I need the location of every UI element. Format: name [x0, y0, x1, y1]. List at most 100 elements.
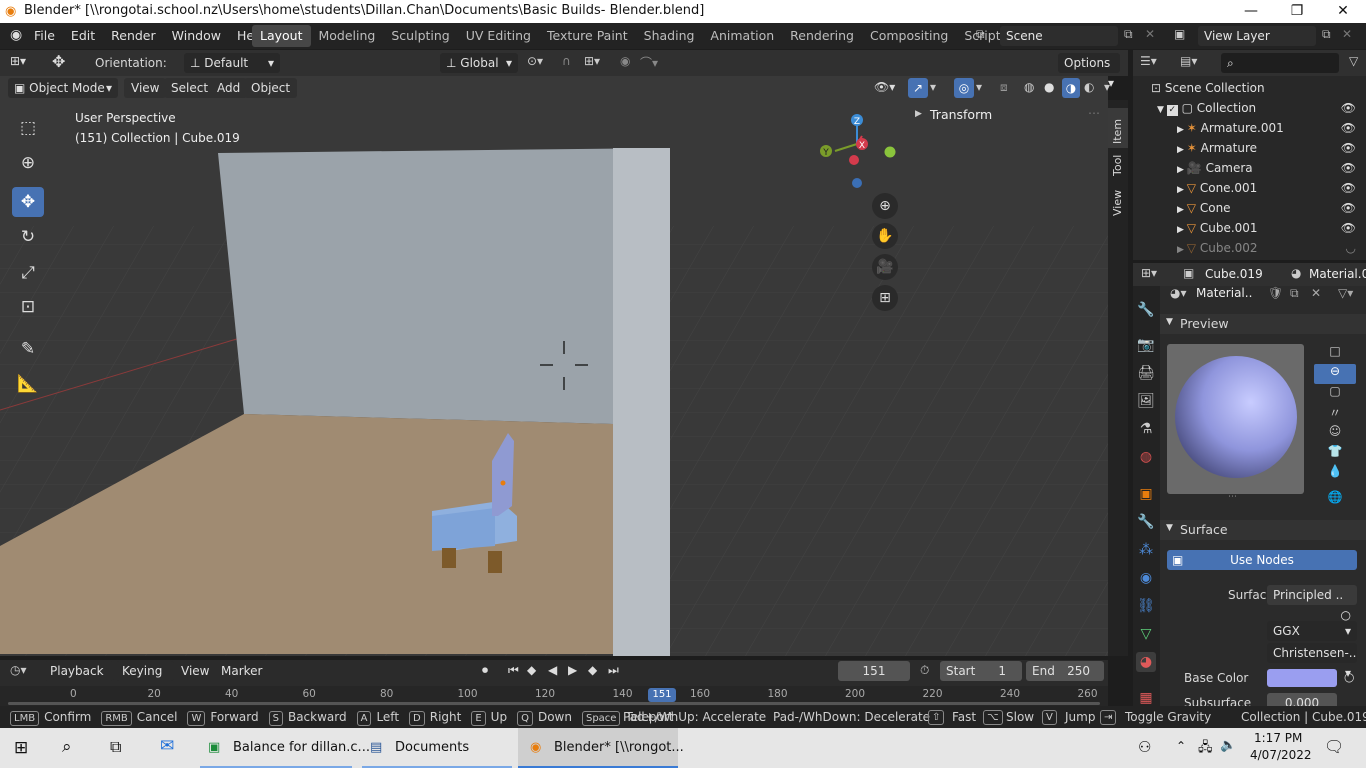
menu-view[interactable]: View: [124, 78, 167, 98]
tab-animation[interactable]: Animation: [702, 25, 782, 47]
properties-editor-icon[interactable]: ⊞▾: [1141, 266, 1157, 280]
cloth-preview-icon[interactable]: 👕: [1314, 444, 1356, 464]
camera-view-icon[interactable]: 🎥: [872, 254, 898, 280]
cursor-tool-icon[interactable]: ⊕: [12, 148, 44, 178]
perspective-toggle-icon[interactable]: ⊞: [872, 285, 898, 311]
jump-start-icon[interactable]: ⏮: [508, 663, 519, 678]
scale-tool-icon[interactable]: ⤢: [12, 258, 44, 288]
expand-icon[interactable]: ▶: [1177, 245, 1187, 255]
playback-menu[interactable]: Playback▾: [44, 661, 114, 698]
zoom-icon[interactable]: ⊕: [872, 193, 898, 219]
scene-icon[interactable]: ⧉: [976, 27, 985, 42]
prev-keyframe-icon[interactable]: ◆: [527, 663, 536, 677]
start-frame-field[interactable]: Start 1: [940, 661, 1022, 681]
checkbox-icon[interactable]: ✓: [1166, 105, 1178, 116]
rendered-shading-icon[interactable]: ◐: [1084, 80, 1094, 94]
expand-icon[interactable]: ▶: [1177, 165, 1187, 175]
surface-shader-dropdown[interactable]: Principled .. ○: [1267, 585, 1357, 622]
outliner-row[interactable]: ▶ ▽ Cone.001 👁: [1177, 178, 1366, 198]
snap-target-icon[interactable]: ⊞▾: [584, 54, 600, 68]
outliner-row[interactable]: ▶ ▽ Cube.001 👁: [1177, 218, 1366, 238]
menu-file[interactable]: File: [26, 23, 63, 49]
subsurface-method-dropdown[interactable]: Christensen-.. ▾: [1267, 643, 1357, 680]
wireframe-shading-icon[interactable]: ◍: [1024, 80, 1034, 94]
editor-type-icon[interactable]: ⊞▾: [10, 54, 26, 68]
material-props-icon[interactable]: ◕: [1136, 652, 1156, 672]
mail-icon[interactable]: ✉: [160, 736, 174, 756]
tab-compositing[interactable]: Compositing: [862, 25, 956, 47]
play-reverse-icon[interactable]: ◀: [548, 663, 557, 677]
expand-icon[interactable]: ▶: [1177, 205, 1187, 215]
particles-props-icon[interactable]: ⁂: [1136, 540, 1156, 560]
taskbar-app-blender[interactable]: ◉ Blender* [\\rongot...: [518, 728, 684, 768]
eye-icon[interactable]: 👁: [1341, 158, 1356, 178]
flat-preview-icon[interactable]: □: [1314, 344, 1356, 364]
move-tool-icon[interactable]: ✥: [12, 187, 44, 217]
scene-selector[interactable]: Scene: [1000, 26, 1118, 46]
options-dropdown[interactable]: Options ▾: [1058, 53, 1120, 90]
navigation-gizmo[interactable]: Z Y X: [820, 114, 896, 188]
shading-options-icon[interactable]: ▾: [1104, 80, 1110, 94]
menu-select[interactable]: Select: [164, 78, 216, 98]
duplicate-material-icon[interactable]: ⧉: [1290, 286, 1299, 301]
material-slot-name[interactable]: Material..: [1196, 286, 1252, 300]
constraints-props-icon[interactable]: ⛓: [1136, 596, 1156, 616]
next-keyframe-icon[interactable]: ◆: [588, 663, 597, 677]
eye-icon[interactable]: 👁: [1341, 138, 1356, 158]
record-icon[interactable]: ⏺: [482, 663, 488, 678]
tab-shading[interactable]: Shading: [636, 25, 703, 47]
view-layer-props-icon[interactable]: 🖼: [1136, 391, 1156, 411]
task-view-icon[interactable]: ⧉: [110, 737, 121, 757]
world-preview-icon[interactable]: 🌐: [1314, 490, 1356, 510]
filter-icon[interactable]: ▽: [1349, 54, 1358, 68]
orientation-dropdown[interactable]: ⊥ Default ▾: [184, 53, 280, 73]
clock-date[interactable]: 4/07/2022: [1250, 748, 1312, 762]
distribution-dropdown[interactable]: GGX ▾: [1267, 621, 1357, 641]
tab-texture-paint[interactable]: Texture Paint: [539, 25, 636, 47]
playhead-indicator[interactable]: 151: [648, 688, 676, 702]
physics-props-icon[interactable]: ◉: [1136, 568, 1156, 588]
world-props-icon[interactable]: ◍: [1136, 447, 1156, 467]
close-button[interactable]: ✕: [1320, 0, 1366, 23]
menu-window[interactable]: Window: [164, 23, 229, 49]
outliner-row-scene-collection[interactable]: ⊡ Scene Collection: [1151, 78, 1265, 98]
notifications-icon[interactable]: 🗨: [1324, 737, 1344, 756]
tool-props-icon[interactable]: 🔧: [1136, 300, 1156, 320]
display-mode-icon[interactable]: ▤▾: [1180, 54, 1197, 68]
resize-handle-icon[interactable]: ⋯: [1228, 492, 1237, 502]
outliner-row-collection[interactable]: ▼ ✓ ▢ Collection 👁: [1157, 98, 1366, 118]
outliner-editor-icon[interactable]: ☰▾: [1140, 54, 1157, 68]
end-frame-field[interactable]: End 250: [1026, 661, 1104, 681]
outliner-row[interactable]: ▶ 🎥 Camera 👁: [1177, 158, 1366, 178]
sphere-preview-icon[interactable]: ⊖: [1314, 364, 1356, 384]
view-layer-icon[interactable]: ▣: [1174, 27, 1185, 41]
eye-icon[interactable]: 👁: [1341, 198, 1356, 218]
expand-icon[interactable]: ▶: [1177, 225, 1187, 235]
select-box-tool-icon[interactable]: ⬚: [12, 113, 44, 143]
modifier-props-icon[interactable]: 🔧: [1136, 512, 1156, 532]
snap-icon[interactable]: ∩: [562, 54, 571, 68]
tab-rendering[interactable]: Rendering: [782, 25, 862, 47]
outliner-search-input[interactable]: ⌕: [1221, 53, 1339, 73]
tab-tool[interactable]: Tool: [1108, 148, 1128, 184]
current-frame-field[interactable]: 151: [838, 661, 910, 681]
output-props-icon[interactable]: 🖨: [1136, 363, 1156, 383]
cube-preview-icon[interactable]: ▢: [1314, 384, 1356, 404]
keying-menu[interactable]: Keying▾: [116, 661, 174, 698]
hair-preview-icon[interactable]: 〃: [1314, 404, 1356, 424]
timeline-editor-icon[interactable]: ◷▾: [10, 663, 27, 677]
stopwatch-icon[interactable]: ⏱: [920, 663, 929, 678]
pan-hand-icon[interactable]: ✋: [872, 223, 898, 249]
outliner-row[interactable]: ▶ ▽ Cone 👁: [1177, 198, 1366, 218]
maximize-button[interactable]: ❐: [1274, 0, 1320, 23]
play-icon[interactable]: ▶: [568, 663, 577, 677]
eye-icon[interactable]: 👁: [1341, 118, 1356, 138]
delete-scene-icon[interactable]: ✕: [1145, 27, 1155, 41]
outliner-row[interactable]: ▶ ✶ Armature.001 👁: [1177, 118, 1366, 138]
solid-shading-icon[interactable]: ●: [1044, 80, 1054, 94]
clock-time[interactable]: 1:17 PM: [1254, 731, 1302, 745]
object-props-icon[interactable]: ▣: [1136, 484, 1156, 504]
transform-expand-icon[interactable]: ▶: [915, 109, 922, 119]
proportional-editing-icon[interactable]: ◉: [620, 54, 630, 68]
expand-icon[interactable]: ▶: [1177, 185, 1187, 195]
